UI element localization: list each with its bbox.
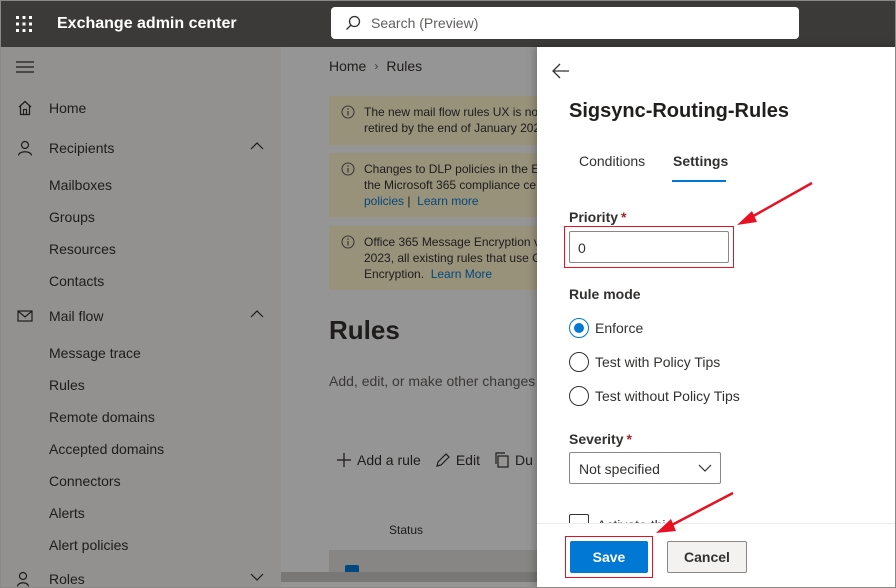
modal-overlay[interactable]: [0, 47, 537, 588]
app-title: Exchange admin center: [57, 14, 237, 32]
app-launcher-icon[interactable]: [0, 0, 48, 47]
rule-mode-label: Rule mode: [569, 286, 641, 302]
search-placeholder: Search (Preview): [371, 15, 479, 31]
radio-unselected-icon: [569, 386, 589, 406]
tab-settings[interactable]: Settings: [673, 153, 728, 169]
radio-selected-icon: [569, 318, 589, 338]
back-arrow-icon[interactable]: [552, 63, 570, 79]
radio-unselected-icon: [569, 352, 589, 372]
active-tab-indicator: [672, 180, 726, 182]
radio-enforce[interactable]: Enforce: [569, 318, 643, 338]
top-bar: Exchange admin center Search (Preview): [0, 0, 896, 47]
cancel-button[interactable]: Cancel: [667, 541, 747, 573]
rule-details-panel: Sigsync-Routing-Rules Conditions Setting…: [537, 47, 896, 588]
panel-title: Sigsync-Routing-Rules: [569, 100, 790, 122]
severity-dropdown[interactable]: Not specified: [569, 452, 721, 484]
chevron-down-icon: [698, 464, 712, 472]
priority-highlight-box: [564, 226, 734, 268]
tab-conditions[interactable]: Conditions: [579, 153, 645, 169]
save-highlight-box: [565, 536, 653, 578]
panel-footer: Save Cancel: [537, 523, 896, 588]
radio-test-without-policy-tips[interactable]: Test without Policy Tips: [569, 386, 740, 406]
search-icon: [346, 15, 361, 30]
priority-label: Priority *: [569, 209, 627, 225]
radio-test-with-policy-tips[interactable]: Test with Policy Tips: [569, 352, 720, 372]
severity-label: Severity *: [569, 431, 632, 447]
search-input[interactable]: Search (Preview): [331, 7, 799, 39]
